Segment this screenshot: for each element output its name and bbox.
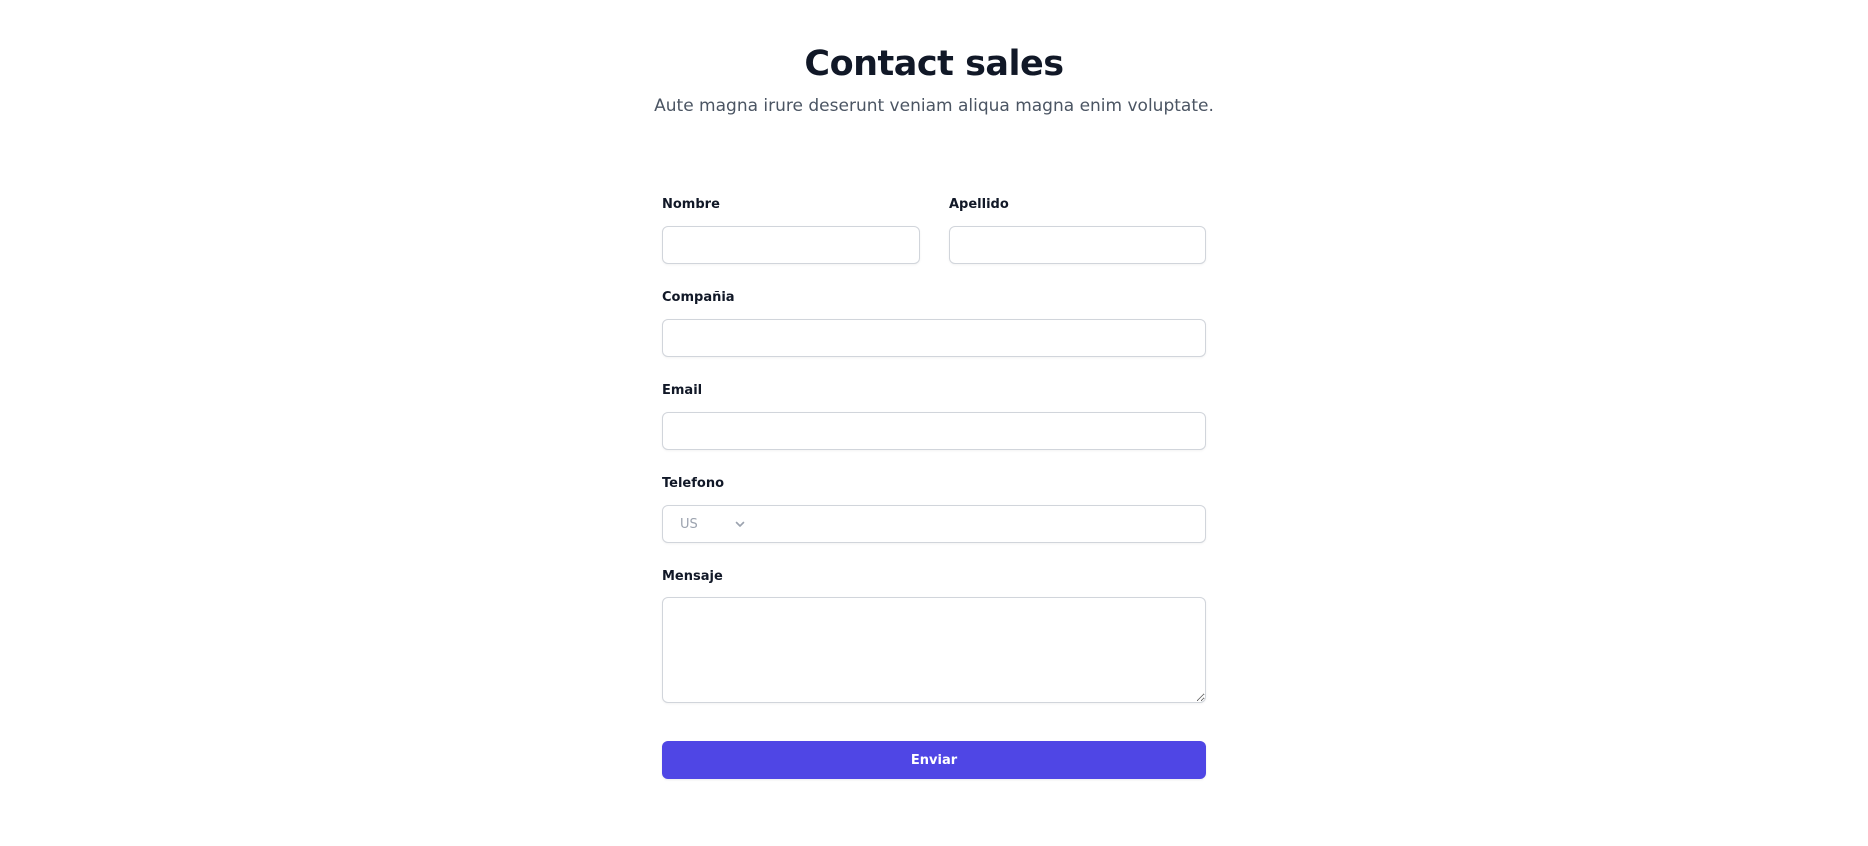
email-input[interactable]	[662, 412, 1206, 450]
company-input[interactable]	[662, 319, 1206, 357]
last-name-label: Apellido	[949, 197, 1009, 212]
submit-button[interactable]: Enviar	[662, 741, 1206, 779]
chevron-down-icon	[735, 521, 745, 527]
phone-field: US	[662, 505, 1206, 544]
country-code: US	[680, 516, 698, 532]
page-title: Contact sales	[804, 44, 1064, 84]
country-select[interactable]: US	[663, 506, 759, 542]
message-label: Mensaje	[662, 569, 723, 584]
company-label: Compañia	[662, 290, 735, 305]
last-name-input[interactable]	[949, 226, 1206, 264]
phone-label: Telefono	[662, 476, 725, 491]
page-subtitle: Aute magna irure deserunt veniam aliqua …	[654, 96, 1214, 116]
phone-number-input[interactable]	[763, 506, 1205, 544]
first-name-label: Nombre	[662, 197, 720, 212]
first-name-input[interactable]	[662, 226, 920, 264]
message-textarea[interactable]	[662, 597, 1206, 703]
email-label: Email	[662, 383, 703, 398]
